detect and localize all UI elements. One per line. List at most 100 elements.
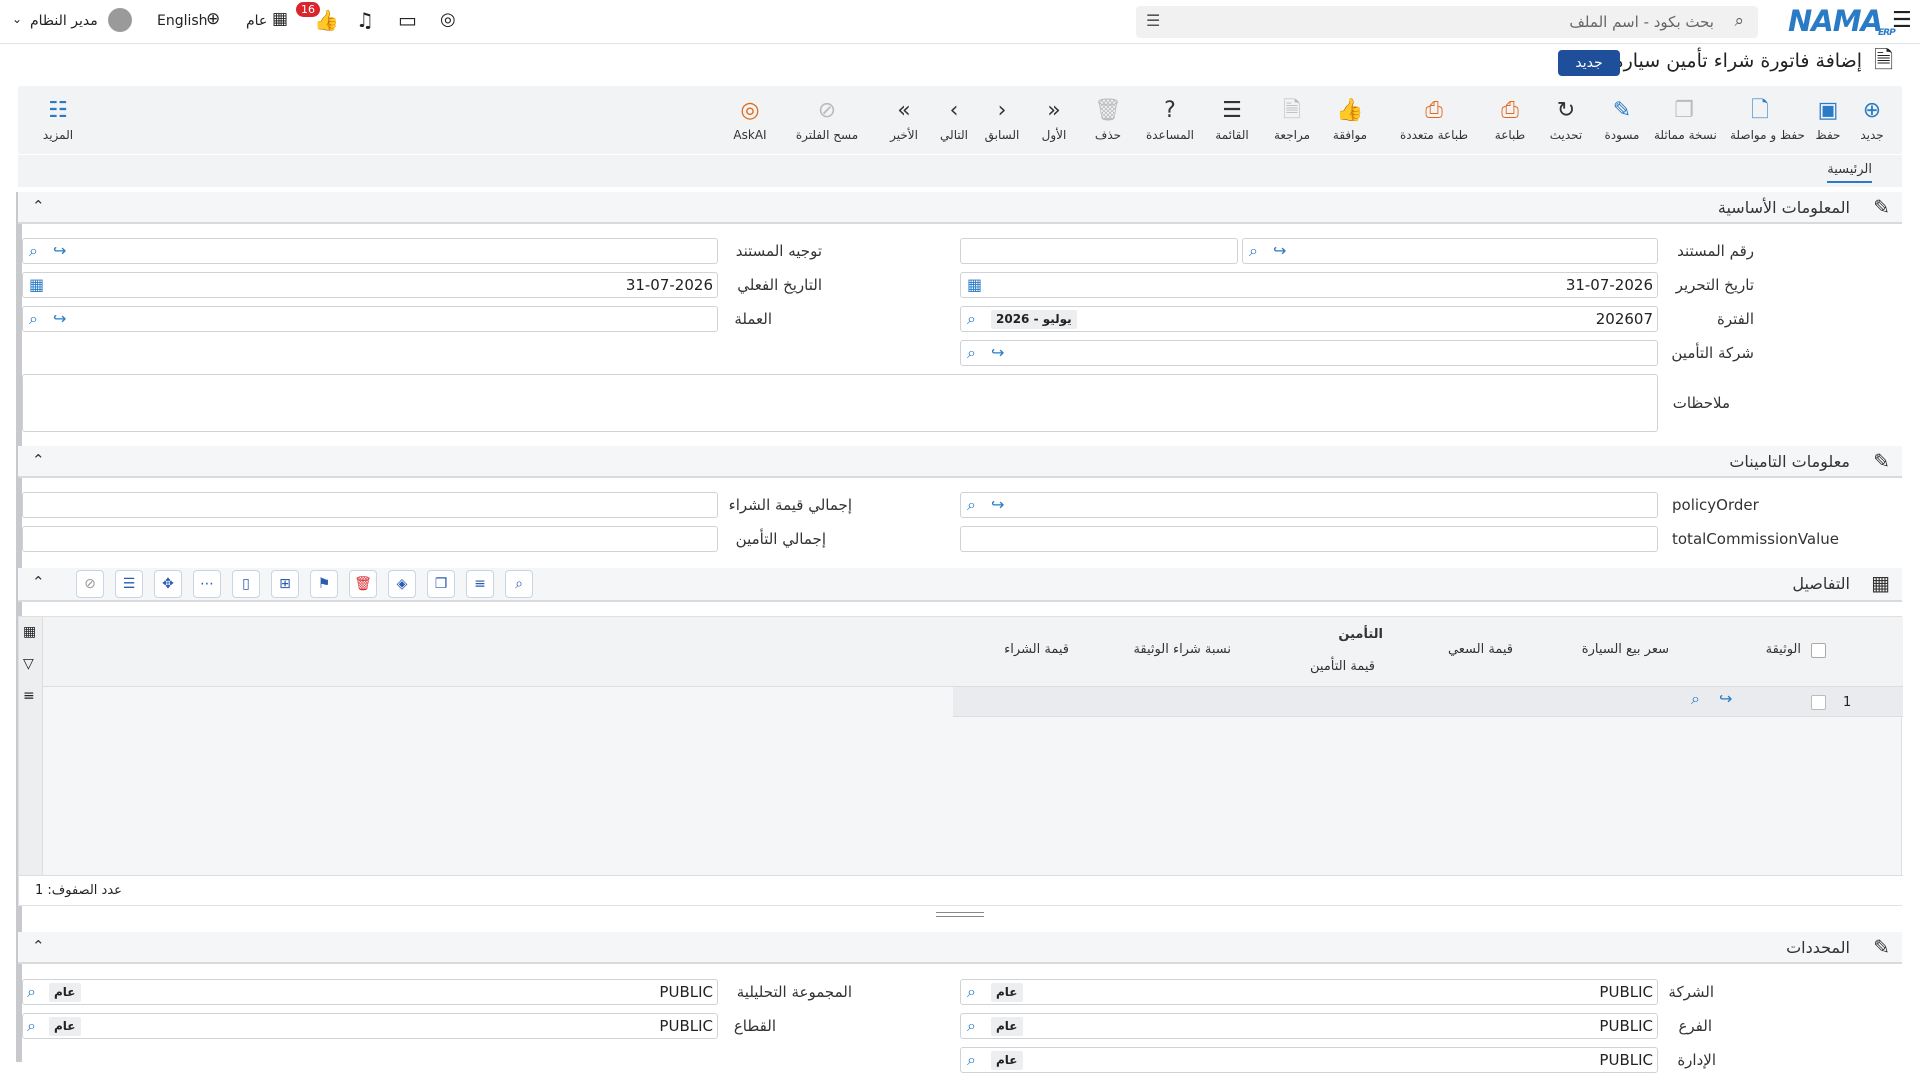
insert-row-icon[interactable]: ⊞: [271, 570, 299, 598]
scope-label[interactable]: عام: [246, 13, 267, 29]
total-insurance-field[interactable]: [22, 526, 718, 552]
globe-icon[interactable]: ⊕: [206, 11, 220, 28]
approve-button[interactable]: 👍 موافقة: [1320, 98, 1380, 142]
building-icon[interactable]: ▦: [272, 11, 288, 28]
edit-date-field[interactable]: 31-07-2026 ▦: [960, 272, 1658, 298]
search-icon[interactable]: ⌕: [967, 1016, 976, 1036]
select-all-checkbox[interactable]: [1811, 643, 1826, 658]
columns-icon[interactable]: ▯: [232, 570, 260, 598]
row-checkbox[interactable]: [1811, 695, 1826, 710]
tab-main[interactable]: الرئيسية: [1827, 162, 1872, 183]
filter-off-icon[interactable]: ⊘: [76, 570, 104, 598]
column-header[interactable]: قيمة السعي: [1448, 642, 1513, 657]
help-button[interactable]: ? المساعدة: [1140, 98, 1200, 142]
calendar-icon[interactable]: ▦: [29, 275, 44, 294]
analytic-field[interactable]: PUBLIC عام ⌕: [22, 979, 718, 1005]
chevron-down-icon[interactable]: ⌄: [12, 13, 22, 25]
actual-date-field[interactable]: 31-07-2026 ▦: [22, 272, 718, 298]
save-button[interactable]: ▣ حفظ: [1798, 98, 1858, 142]
column-header[interactable]: نسبة شراء الوثيقة: [1133, 642, 1231, 657]
search-icon[interactable]: ⌕: [1249, 241, 1258, 261]
sort-icon[interactable]: ≡: [466, 570, 494, 598]
last-button[interactable]: « الأخير: [874, 98, 934, 142]
search-icon[interactable]: ⌕: [1734, 13, 1744, 30]
copy-icon[interactable]: ❐: [427, 570, 455, 598]
search-icon[interactable]: ⌕: [967, 1050, 976, 1070]
table-icon[interactable]: ▦: [23, 625, 36, 639]
duplicate-button[interactable]: ❐ نسخة مماثلة: [1654, 98, 1717, 142]
column-header[interactable]: الوثيقة: [1766, 642, 1801, 657]
move-icon[interactable]: ✥: [154, 570, 182, 598]
filter-icon[interactable]: ▽: [23, 657, 34, 671]
askai-button[interactable]: ◎ AskAI: [720, 98, 780, 142]
bell-icon[interactable]: ♫: [356, 10, 374, 30]
multi-print-button[interactable]: ⎙ طباعة متعددة: [1394, 98, 1474, 142]
delete-row-icon[interactable]: 🗑: [349, 570, 377, 598]
share-icon[interactable]: ↪: [991, 343, 1004, 362]
first-button[interactable]: » الأول: [1024, 98, 1084, 142]
policy-order-field[interactable]: ⌕ ↪: [960, 492, 1658, 518]
user-avatar[interactable]: [108, 8, 132, 32]
layers-icon[interactable]: ◈: [388, 570, 416, 598]
section-dims-header[interactable]: ✎ المحددات ⌃: [18, 932, 1902, 964]
review-button[interactable]: 🗎 مراجعة: [1262, 98, 1322, 142]
total-purchase-field[interactable]: [22, 492, 718, 518]
draft-button[interactable]: ✎ مسودة: [1592, 98, 1652, 142]
save-continue-button[interactable]: 🗋 حفظ و مواصلة: [1730, 98, 1805, 142]
ai-assistant-icon[interactable]: ◎: [440, 11, 456, 29]
search-icon[interactable]: ⌕: [967, 309, 976, 329]
filter-icon[interactable]: ☰: [115, 570, 143, 598]
notes-textarea[interactable]: [22, 374, 1658, 432]
share-icon[interactable]: ↪: [53, 241, 66, 260]
search-icon[interactable]: ⌕: [27, 1016, 36, 1036]
print-button[interactable]: ⎙ طباعة: [1480, 98, 1540, 142]
list-button[interactable]: ☰ القائمة: [1202, 98, 1262, 142]
collapse-icon[interactable]: ⌃: [32, 573, 45, 591]
doc-no-field[interactable]: ⌕ ↪: [1242, 238, 1658, 264]
company-field[interactable]: PUBLIC عام ⌕: [960, 979, 1658, 1005]
search-icon[interactable]: ⌕: [967, 343, 976, 363]
doc-direction-field[interactable]: ⌕ ↪: [22, 238, 718, 264]
dots-grid-icon[interactable]: ⋯: [193, 570, 221, 598]
search-icon[interactable]: ⌕: [27, 982, 36, 1002]
sector-field[interactable]: PUBLIC عام ⌕: [22, 1013, 718, 1039]
collapse-icon[interactable]: ⌃: [32, 451, 45, 469]
doc-no-extra-field[interactable]: [960, 238, 1238, 264]
search-icon[interactable]: ⌕: [967, 982, 976, 1002]
search-icon[interactable]: ⌕: [29, 309, 38, 329]
share-icon[interactable]: ↪: [1719, 691, 1732, 707]
more-button[interactable]: ☷ المزيد: [28, 98, 88, 142]
currency-field[interactable]: ⌕ ↪: [22, 306, 718, 332]
share-icon[interactable]: ↪: [53, 309, 66, 328]
language-switch[interactable]: English: [157, 13, 208, 29]
calendar-icon[interactable]: ▦: [967, 275, 982, 294]
dept-field[interactable]: PUBLIC عام ⌕: [960, 1047, 1658, 1073]
share-icon[interactable]: ↪: [991, 495, 1004, 514]
column-header[interactable]: قيمة الشراء: [1004, 642, 1069, 657]
refresh-button[interactable]: ↻ تحديث: [1536, 98, 1596, 142]
find-icon[interactable]: ⌕: [505, 570, 533, 598]
branch-field[interactable]: PUBLIC عام ⌕: [960, 1013, 1658, 1039]
section-insurance-header[interactable]: ✎ معلومات التامينات ⌃: [18, 446, 1902, 478]
search-icon[interactable]: ⌕: [967, 495, 976, 515]
period-field[interactable]: 202607 2026 - يوليو ⌕: [960, 306, 1658, 332]
section-basic-header[interactable]: ✎ المعلومات الأساسية ⌃: [18, 192, 1902, 224]
user-name[interactable]: مدير النظام: [30, 13, 98, 29]
total-commission-field[interactable]: [960, 526, 1658, 552]
search-box[interactable]: بحث بكود - اسم الملف ⌕ ☰: [1136, 6, 1758, 38]
collapse-icon[interactable]: ⌃: [32, 197, 45, 215]
search-icon[interactable]: ⌕: [1691, 691, 1700, 707]
collapse-icon[interactable]: ⌃: [32, 937, 45, 955]
share-icon[interactable]: ↪: [1273, 241, 1286, 260]
run-icon[interactable]: ⚑: [310, 570, 338, 598]
app-logo[interactable]: NAMA ERP: [1788, 4, 1896, 38]
table-row[interactable]: [953, 687, 1903, 717]
column-header[interactable]: قيمة التأمين: [1310, 659, 1375, 674]
filter-icon[interactable]: ☰: [1146, 13, 1160, 29]
section-details-header[interactable]: ▦ التفاصيل ⌃: [18, 568, 1902, 602]
clear-filter-button[interactable]: ⊘ مسح الفلترة: [788, 98, 866, 142]
delete-button[interactable]: 🗑 حذف: [1078, 98, 1138, 142]
chat-icon[interactable]: ▭: [398, 10, 417, 30]
column-header[interactable]: سعر بيع السيارة: [1582, 642, 1669, 657]
search-input[interactable]: بحث بكود - اسم الملف: [1569, 13, 1714, 31]
